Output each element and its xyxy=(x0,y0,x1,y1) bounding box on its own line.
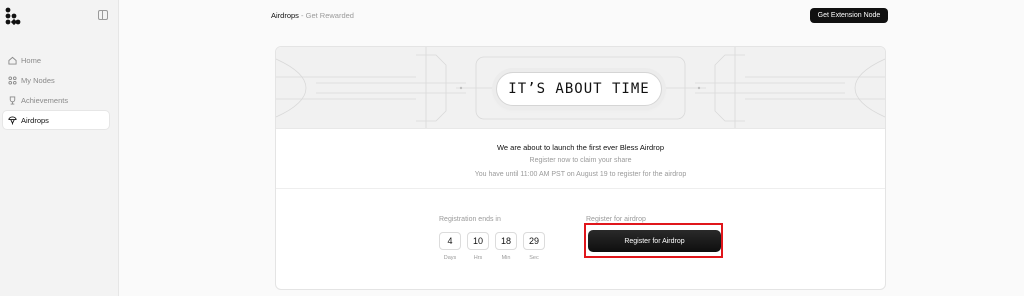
home-icon xyxy=(8,56,17,65)
countdown-value: 29 xyxy=(523,232,545,250)
countdown-unit: Sec xyxy=(529,255,539,261)
collapse-sidebar-button[interactable] xyxy=(98,10,108,20)
countdown-timer: 4 Days 10 Hrs 18 Min 29 Sec xyxy=(439,232,545,261)
airdrop-message: We are about to launch the first ever Bl… xyxy=(276,129,885,189)
countdown-hours: 10 Hrs xyxy=(467,232,489,261)
sidebar-nav: Home My Nodes Achievements Airdrops xyxy=(3,51,109,131)
page-title-main: Airdrops xyxy=(271,11,299,20)
page-title-separator: - xyxy=(298,11,306,20)
sidebar-item-label: Home xyxy=(21,55,42,65)
trophy-icon xyxy=(8,95,17,105)
airdrop-banner: IT’S ABOUT TIME xyxy=(276,47,885,129)
sidebar-item-achievements[interactable]: Achievements xyxy=(3,91,109,109)
countdown-unit: Hrs xyxy=(473,255,483,261)
airdrop-card: IT’S ABOUT TIME We are about to launch t… xyxy=(275,46,886,290)
banner-headline: IT’S ABOUT TIME xyxy=(496,72,662,106)
message-headline: We are about to launch the first ever Bl… xyxy=(496,143,665,152)
registration-ends-label: Registration ends in xyxy=(439,216,501,223)
sidebar-item-label: My Nodes xyxy=(21,75,55,85)
countdown-unit: Min xyxy=(501,255,511,261)
countdown-days: 4 Days xyxy=(439,232,461,261)
sidebar-item-label: Achievements xyxy=(21,95,69,105)
countdown-value: 18 xyxy=(495,232,517,250)
bless-logo-icon[interactable] xyxy=(5,7,21,25)
countdown-value: 4 xyxy=(439,232,461,250)
countdown-unit: Days xyxy=(443,255,457,261)
countdown-seconds: 29 Sec xyxy=(523,232,545,261)
nodes-icon xyxy=(8,75,17,85)
page-title: Airdrops - Get Rewarded xyxy=(271,11,354,20)
sidebar: Home My Nodes Achievements Airdrops xyxy=(0,0,119,296)
sidebar-item-label: Airdrops xyxy=(21,115,49,125)
message-deadline: You have until 11:00 AM PST on August 19… xyxy=(474,171,687,178)
register-airdrop-label: Register for airdrop xyxy=(586,216,646,223)
get-extension-node-button[interactable]: Get Extension Node xyxy=(810,8,888,23)
page-subtitle: Get Rewarded xyxy=(305,11,354,20)
sidebar-item-my-nodes[interactable]: My Nodes xyxy=(3,71,109,89)
countdown-value: 10 xyxy=(467,232,489,250)
sidebar-item-home[interactable]: Home xyxy=(3,51,109,69)
countdown-minutes: 18 Min xyxy=(495,232,517,261)
message-subline: Register now to claim your share xyxy=(529,157,632,164)
highlight-box xyxy=(584,223,723,258)
airdrop-icon xyxy=(8,115,17,125)
sidebar-item-airdrops[interactable]: Airdrops xyxy=(3,111,109,129)
